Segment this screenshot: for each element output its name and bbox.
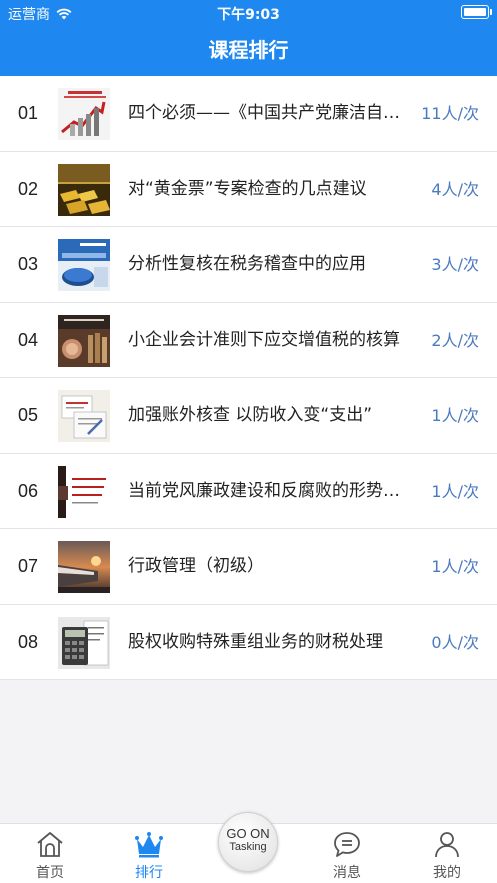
tab-home-label: 首页 [36, 865, 64, 881]
nav-bar: 课程排行 [0, 24, 497, 76]
go-on-tasking-button[interactable]: GO ON Tasking [218, 812, 278, 872]
rank-number: 02 [18, 178, 39, 199]
course-row[interactable]: 04 小企业会计准则下应交增值税的核算 2人/次 [0, 302, 497, 378]
course-row[interactable]: 06 当前党风廉政建设和反腐败的形势与任务 1人/次 [0, 453, 497, 529]
view-count: 11人/次 [421, 104, 479, 123]
course-title: 小企业会计准则下应交增值税的核算 [128, 329, 400, 350]
view-count: 0人/次 [431, 632, 479, 652]
home-icon [37, 832, 63, 857]
rank-number: 03 [18, 254, 39, 274]
rank-number: 01 [18, 103, 39, 123]
tab-ranking[interactable]: 排行 [109, 824, 189, 883]
tab-messages-label: 消息 [333, 865, 361, 881]
view-count: 1人/次 [431, 481, 479, 501]
view-count: 1人/次 [431, 406, 479, 425]
course-title: 股权收购特殊重组业务的财税处理 [128, 631, 383, 652]
status-time: 下午9:03 [217, 7, 280, 23]
calculator-thumbnail [58, 616, 110, 669]
red-text-slide-thumbnail [58, 465, 110, 518]
rank-number: 04 [18, 329, 39, 350]
go-on-label: GO ON [226, 826, 270, 841]
view-count: 3人/次 [431, 255, 479, 274]
message-bubble-icon [334, 832, 360, 857]
course-row[interactable]: 05 加强账外核查 以防收入变“支出” 1人/次 [0, 378, 497, 454]
tab-bar: 首页 排行 GO ON Tasking 消息 我的 [0, 812, 497, 883]
coins-thumbnail [58, 314, 110, 367]
course-title: 加强账外核查 以防收入变“支出” [128, 405, 373, 425]
rank-number: 08 [18, 631, 39, 652]
course-row[interactable]: 07 行政管理（初级） 1人/次 [0, 529, 497, 605]
documents-thumbnail [58, 390, 110, 442]
course-title: 行政管理（初级） [128, 556, 264, 576]
rank-number: 06 [18, 480, 39, 501]
tasking-label: Tasking [229, 841, 267, 853]
course-ranking-list: 01 四个必须——《中国共产党廉洁自律准则》解读 11人/次 02 [0, 76, 497, 680]
view-count: 1人/次 [431, 557, 479, 576]
view-count: 2人/次 [431, 330, 479, 350]
user-icon [435, 832, 459, 858]
course-title: 对“黄金票”专案检查的几点建议 [128, 178, 367, 199]
battery-icon [461, 5, 492, 19]
tab-messages[interactable]: 消息 [307, 824, 387, 883]
crown-icon [135, 832, 163, 858]
red-arrow-chart-thumbnail [58, 88, 110, 140]
course-row[interactable]: 03 分析性复核在税务稽查中的应用 3人/次 [0, 227, 497, 303]
course-title: 四个必须——《中国共产党廉洁自律准则》解读 [128, 103, 405, 123]
gold-bars-thumbnail [58, 163, 110, 216]
page-title: 课程排行 [208, 38, 289, 62]
status-bar: 运营商 下午9:03 [0, 0, 497, 24]
rank-number: 05 [18, 405, 39, 425]
rank-number: 07 [18, 556, 39, 576]
course-row[interactable]: 08 股权收购特殊重组业务的财税处理 0人/次 [0, 604, 497, 680]
blue-slide-thumbnail [58, 239, 110, 291]
view-count: 4人/次 [431, 179, 479, 199]
tab-ranking-label: 排行 [135, 865, 163, 881]
course-row[interactable]: 01 四个必须——《中国共产党廉洁自律准则》解读 11人/次 [0, 76, 497, 152]
tab-mine-label: 我的 [433, 865, 461, 881]
train-sunset-thumbnail [58, 541, 110, 593]
course-row[interactable]: 02 对“黄金票”专案检查的几点建议 4人/次 [0, 151, 497, 227]
tab-mine[interactable]: 我的 [407, 824, 487, 883]
course-title: 当前党风廉政建设和反腐败的形势与任务 [128, 480, 405, 501]
course-title: 分析性复核在税务稽查中的应用 [128, 254, 366, 274]
tab-home[interactable]: 首页 [10, 824, 90, 883]
